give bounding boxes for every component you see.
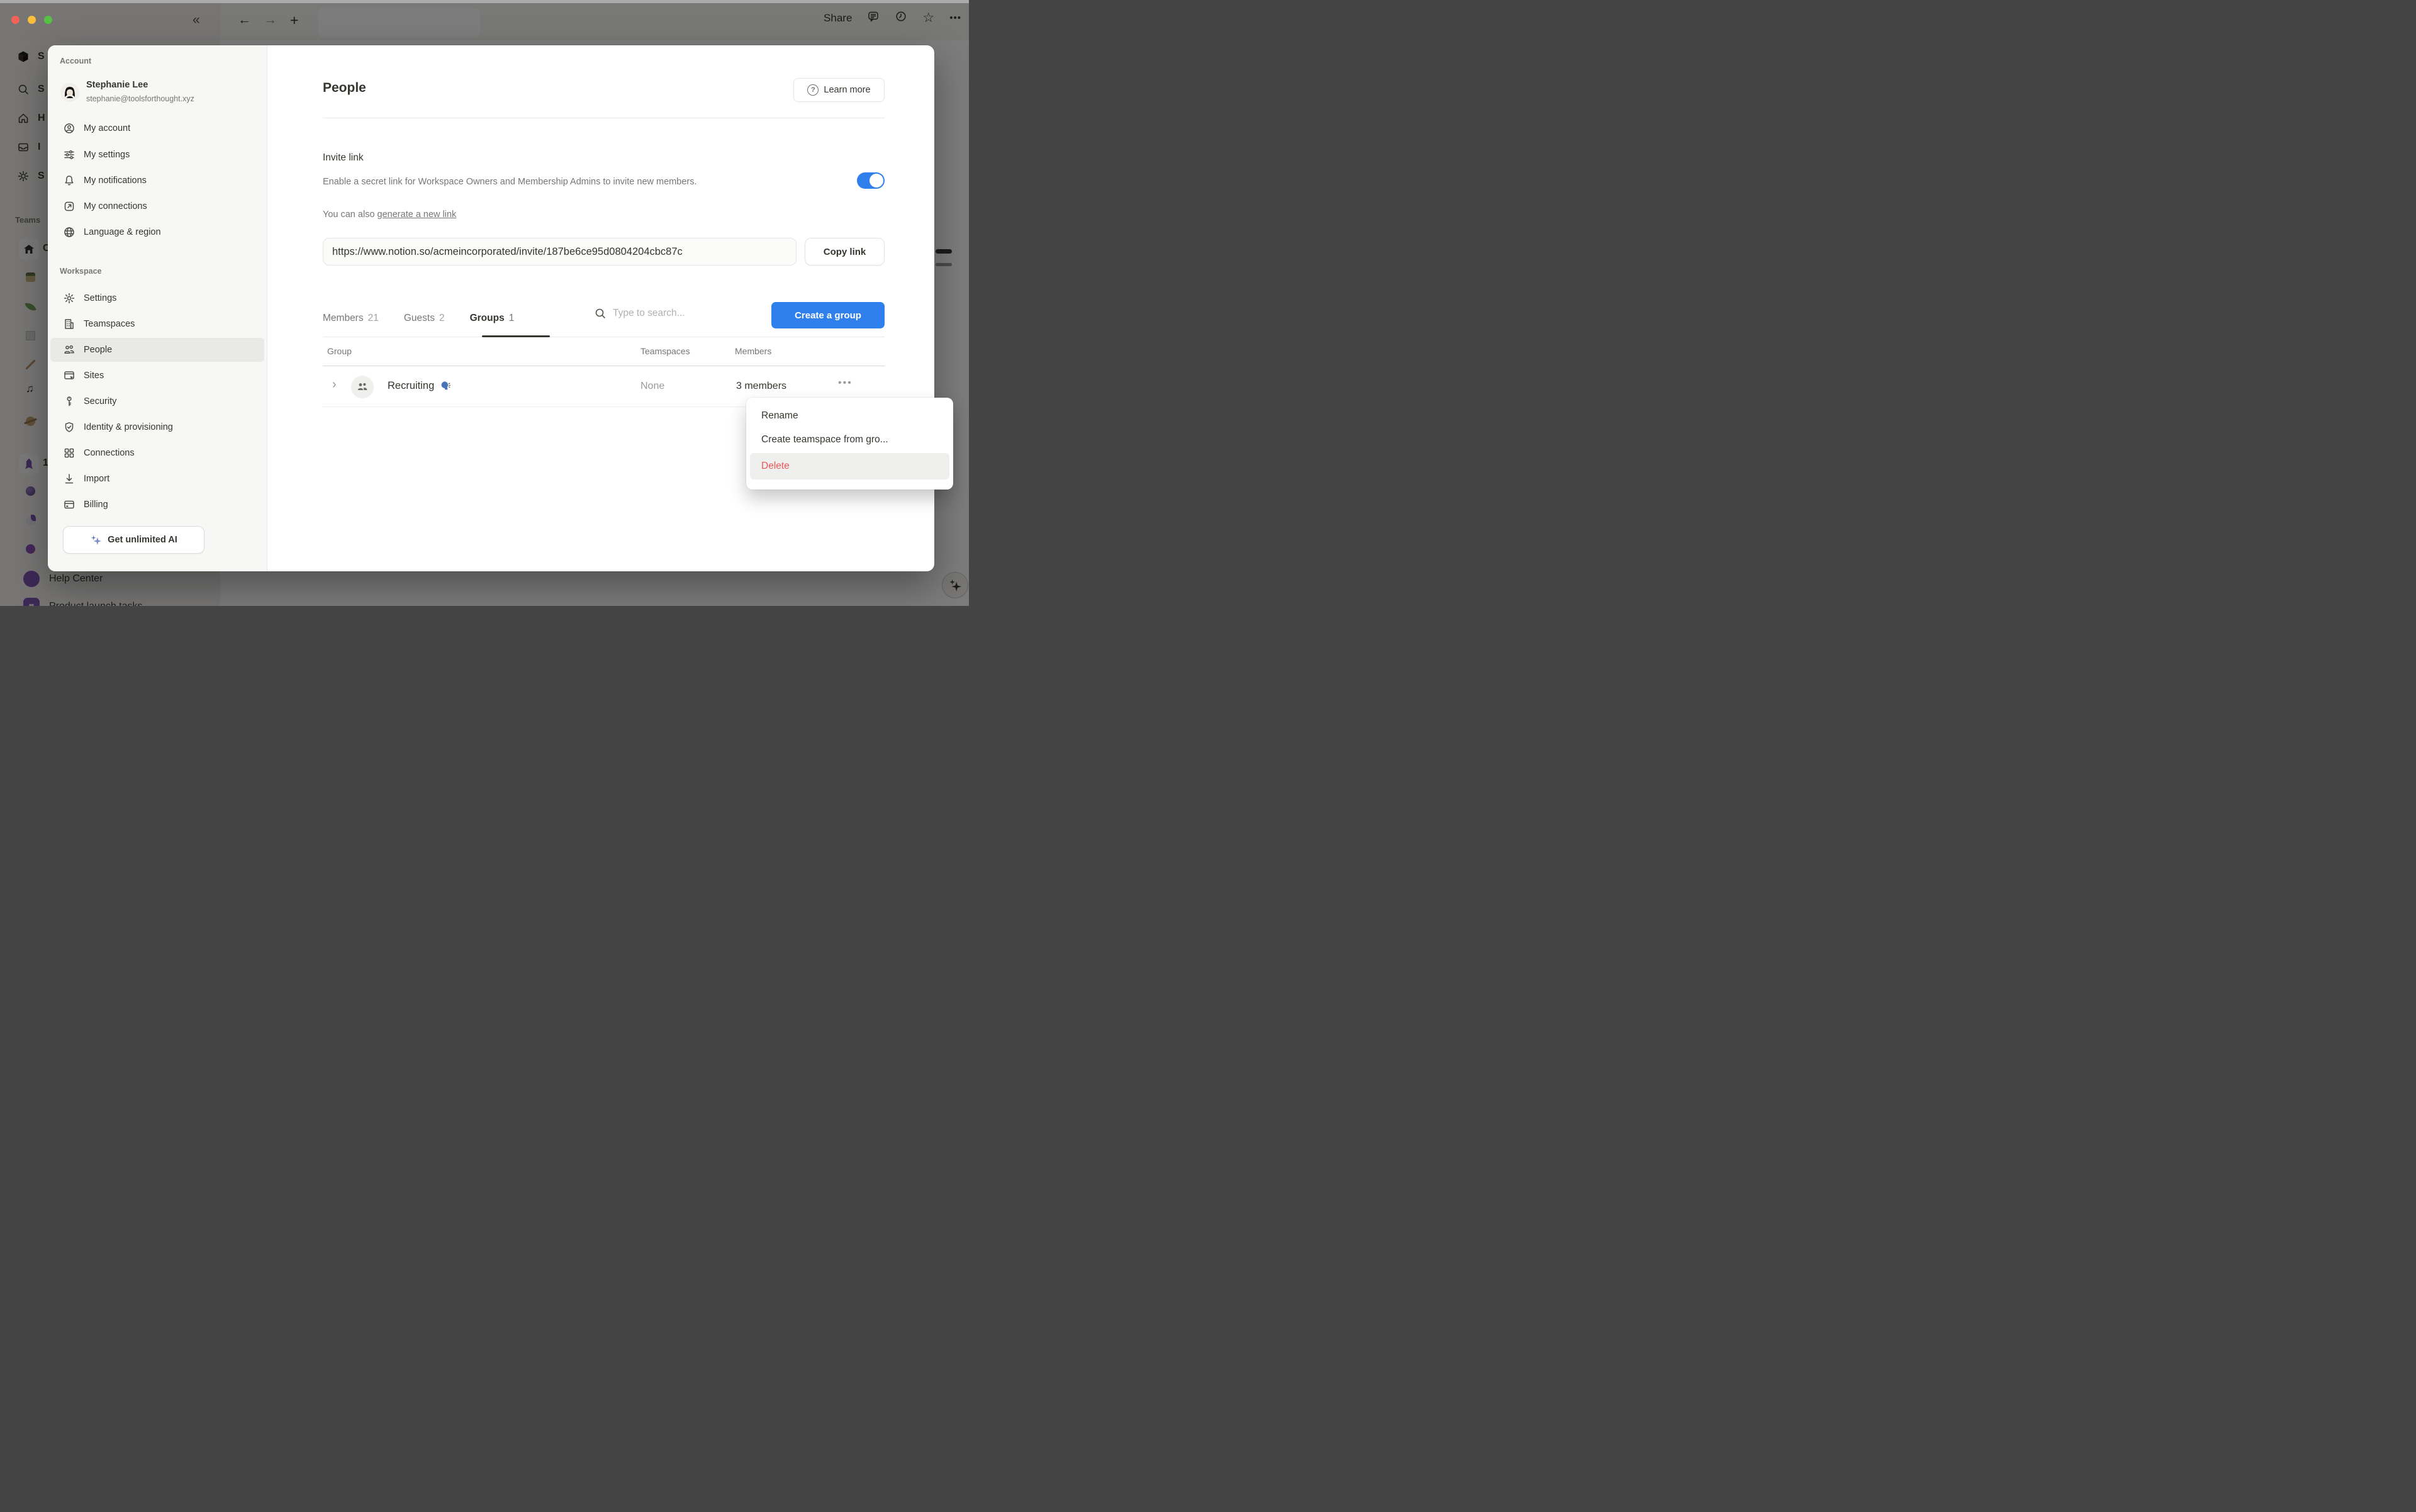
menu-item-rename[interactable]: Rename: [750, 404, 949, 428]
group-avatar: [351, 376, 374, 398]
group-context-menu: Rename Create teamspace from gro... Dele…: [746, 398, 953, 490]
minimize-window-button[interactable]: [28, 16, 36, 24]
key-icon: [63, 395, 76, 408]
bell-icon: [63, 174, 76, 187]
sidebar-item-identity-provisioning[interactable]: Identity & provisioning: [50, 415, 264, 439]
sidebar-item-security[interactable]: Security: [50, 389, 264, 413]
arrow-up-right-box-icon: [63, 200, 76, 213]
sidebar-item-teamspaces[interactable]: Teamspaces: [50, 312, 264, 336]
column-header-members: Members: [735, 346, 771, 356]
shield-check-icon: [63, 421, 76, 434]
menubar-strip: [0, 0, 969, 3]
search-input[interactable]: [612, 307, 744, 320]
sidebar-item-my-connections[interactable]: My connections: [50, 194, 264, 218]
people-tabs: Members21 Guests2 Groups1: [323, 306, 514, 331]
user-avatar: [60, 83, 79, 102]
search-icon: [594, 307, 607, 320]
sidebar-item-my-account[interactable]: My account: [50, 116, 264, 140]
copy-link-button[interactable]: Copy link: [805, 238, 885, 266]
workspace-section-label: Workspace: [60, 267, 101, 276]
invite-link-also-text: You can also generate a new link: [323, 210, 456, 220]
gear-icon: [63, 292, 76, 305]
sidebar-item-sites[interactable]: Sites: [50, 364, 264, 388]
speaking-head-emoji: [439, 380, 451, 392]
zoom-window-button[interactable]: [44, 16, 52, 24]
get-unlimited-ai-button[interactable]: Get unlimited AI: [63, 526, 204, 554]
cell-teamspaces: None: [640, 381, 664, 392]
settings-sidebar: Account Stephanie Lee stephanie@toolsfor…: [48, 45, 267, 571]
credit-card-icon: [63, 498, 76, 511]
group-people-icon: [356, 381, 369, 393]
settings-modal: Account Stephanie Lee stephanie@toolsfor…: [48, 45, 934, 571]
sidebar-item-people[interactable]: People: [50, 338, 264, 362]
tab-groups[interactable]: Groups1: [470, 313, 515, 324]
import-arrow-icon: [63, 473, 76, 485]
close-window-button[interactable]: [11, 16, 20, 24]
screen: « ← → + Share ☆ •••: [0, 0, 969, 606]
expand-chevron-icon[interactable]: ›: [332, 378, 337, 392]
invite-link-heading: Invite link: [323, 152, 364, 164]
invite-link-input[interactable]: [323, 238, 797, 266]
tab-members[interactable]: Members21: [323, 313, 379, 324]
create-group-button[interactable]: Create a group: [771, 302, 885, 328]
globe-icon: [63, 226, 76, 238]
column-header-teamspaces: Teamspaces: [640, 346, 690, 356]
group-search: [594, 307, 744, 320]
menu-item-create-teamspace[interactable]: Create teamspace from gro...: [750, 428, 949, 452]
window-controls: [11, 16, 52, 24]
ai-sparkles-icon: [90, 534, 102, 546]
active-tab-underline: [482, 335, 550, 337]
person-circle-icon: [63, 122, 76, 135]
account-section-label: Account: [60, 57, 91, 65]
invite-link-description: Enable a secret link for Workspace Owner…: [323, 175, 735, 189]
sidebar-item-my-settings[interactable]: My settings: [50, 143, 264, 167]
group-name[interactable]: Recruiting: [388, 380, 451, 392]
sidebar-item-my-notifications[interactable]: My notifications: [50, 169, 264, 193]
browser-cursor-icon: [63, 369, 76, 382]
sidebar-item-billing[interactable]: Billing: [50, 493, 264, 517]
learn-more-button[interactable]: ? Learn more: [793, 78, 885, 102]
user-name: Stephanie Lee: [86, 80, 148, 90]
sliders-icon: [63, 148, 76, 161]
sidebar-item-settings[interactable]: Settings: [50, 286, 264, 310]
building-icon: [63, 318, 76, 330]
help-question-icon: ?: [807, 84, 819, 96]
cell-members: 3 members: [736, 381, 786, 392]
column-header-group: Group: [327, 346, 352, 356]
generate-new-link[interactable]: generate a new link: [378, 210, 457, 220]
row-more-icon[interactable]: •••: [838, 378, 853, 389]
user-email: stephanie@toolsforthought.xyz: [86, 94, 194, 103]
people-icon: [63, 344, 76, 356]
grid-icon: [63, 447, 76, 459]
sidebar-item-connections[interactable]: Connections: [50, 441, 264, 465]
invite-link-toggle[interactable]: [857, 172, 885, 189]
sidebar-item-language-region[interactable]: Language & region: [50, 220, 264, 244]
sidebar-item-import[interactable]: Import: [50, 467, 264, 491]
toggle-knob: [870, 174, 883, 188]
tab-guests[interactable]: Guests2: [404, 313, 445, 324]
menu-item-delete[interactable]: Delete: [750, 453, 949, 479]
page-title: People: [323, 81, 366, 96]
